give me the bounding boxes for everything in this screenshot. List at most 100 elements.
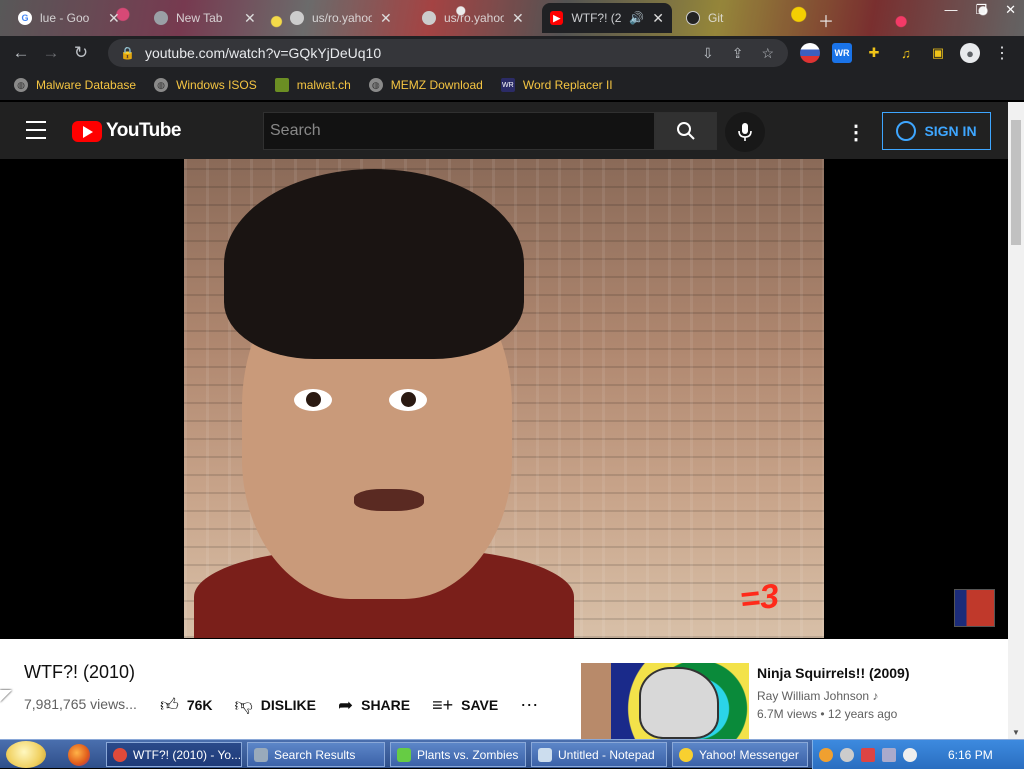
back-arrow-icon[interactable]: ← [6,38,36,68]
close-tab-icon[interactable]: ✕ [108,10,120,27]
tab-title: lue - Goo [40,11,90,25]
more-actions-button[interactable]: ⋯ [520,695,538,716]
taskbar-item-search[interactable]: Search Results [247,742,385,767]
video-actions: 👍︎ 76K 👎︎ DISLIKE ➦ SHARE ≡+ SAVE ⋯ [160,694,538,716]
page-scrollbar[interactable]: ▼ [1008,102,1024,739]
microphone-icon [738,123,752,141]
bookmark-label: MEMZ Download [390,78,483,92]
bookmark-label: Windows ISOS [176,78,257,92]
bookmark-label: Malware Database [36,78,137,92]
close-window-icon[interactable]: ✕ [1005,2,1016,18]
browser-tab-strip: G lue - Goo ✕ New Tab ✕ us/ro.yahoo ✕ us… [0,0,1024,36]
youtube-play-logo-icon [72,120,102,142]
video-player[interactable]: =3 [0,159,1008,639]
network-icon[interactable] [882,747,896,762]
thumbs-down-icon: 👎︎ [234,695,253,715]
extensions-area: WR ✚ ♫ ▣ ● ⋮ [800,36,1012,70]
browser-tab-4[interactable]: us/ro.yahoo ✕ [414,3,544,33]
related-video-channel[interactable]: Ray William Johnson ♪ [757,689,878,703]
like-count: 76K [186,697,213,713]
settings-kebab-icon[interactable]: ⋮ [846,120,866,145]
meta-separator: • [820,707,828,721]
extensions-puzzle-icon[interactable]: ✚ [864,43,884,63]
sign-in-button[interactable]: SIGN IN [882,112,991,150]
firefox-quicklaunch-icon[interactable] [68,744,90,766]
start-button[interactable] [6,741,46,768]
bookmark-malware-database[interactable]: ◍ Malware Database [14,78,136,92]
taskbar-item-notepad[interactable]: Untitled - Notepad [531,742,667,767]
like-button[interactable]: 👍︎ 76K [160,694,213,716]
side-panel-icon[interactable]: ▣ [928,43,948,63]
dislike-button[interactable]: 👎︎ DISLIKE [235,694,317,716]
browser-menu-icon[interactable]: ⋮ [992,43,1012,63]
forward-arrow-icon[interactable]: → [36,38,66,68]
bookmark-label: Word Replacer II [522,78,613,92]
scroll-down-arrow-icon[interactable]: ▼ [1012,728,1020,737]
channel-watermark[interactable] [954,589,995,627]
browser-tab-2[interactable]: New Tab ✕ [146,3,276,33]
security-alert-icon[interactable] [861,747,875,762]
scrollbar-thumb[interactable] [1011,120,1021,245]
globe-icon: ◍ [368,78,383,92]
video-eye-right [389,389,427,411]
search-tray-icon[interactable] [819,747,833,762]
taskbar-item-yahoo-messenger[interactable]: Yahoo! Messenger [672,742,808,767]
bookmark-memz-download[interactable]: ◍ MEMZ Download [368,78,483,92]
clock[interactable]: 6:16 PM [948,748,993,762]
address-bar[interactable]: 🔒 youtube.com/watch?v=GQkYjDeUq10 ⇩ ⇪ ☆ [108,39,788,67]
profile-avatar-icon[interactable]: ● [960,43,980,63]
channel-name: Ray William Johnson [757,689,870,703]
install-app-icon[interactable]: ⇩ [702,45,714,62]
close-tab-icon[interactable]: ✕ [380,10,392,27]
search-button[interactable] [655,112,717,150]
hamburger-menu-icon[interactable] [26,121,46,139]
close-tab-icon[interactable]: ✕ [512,10,524,27]
task-label: WTF?! (2010) - Yo... [133,747,242,762]
minimize-icon[interactable]: — [944,2,957,18]
share-icon[interactable]: ⇪ [732,45,744,62]
lock-icon[interactable]: 🔒 [120,46,135,60]
voice-search-button[interactable] [725,112,765,152]
related-video-thumbnail[interactable] [581,663,749,739]
reload-icon[interactable]: ↻ [66,38,96,68]
browser-tab-6[interactable]: Git [678,3,808,33]
close-tab-icon[interactable]: ✕ [244,10,256,27]
search-input[interactable]: Search [263,112,655,150]
bookmark-star-icon[interactable]: ☆ [761,45,774,62]
video-frame[interactable]: =3 [184,159,824,638]
url-text: youtube.com/watch?v=GQkYjDeUq10 [144,45,382,61]
malwatch-icon [274,78,289,92]
taskbar-item-chrome[interactable]: WTF?! (2010) - Yo... [106,742,242,767]
word-replacer-extension-icon[interactable]: WR [832,43,852,63]
browser-tab-3[interactable]: us/ro.yahoo ✕ [282,3,412,33]
music-note-icon: ♪ [872,689,879,703]
flag-extension-icon[interactable] [800,43,820,63]
browser-tab-active[interactable]: ▶ WTF?! (2 🔊 ✕ [542,3,672,33]
save-button[interactable]: ≡+ SAVE [432,695,498,716]
new-tab-button[interactable]: ＋ [818,8,834,32]
audio-playing-icon[interactable]: 🔊 [629,11,644,25]
related-video-meta: 6.7M views • 12 years ago [757,707,897,721]
bookmark-windows-isos[interactable]: ◍ Windows ISOS [154,78,257,92]
chrome-icon [154,11,168,25]
view-count[interactable]: 7,981,765 views... [24,696,137,712]
bookmark-word-replacer[interactable]: WR Word Replacer II [500,78,613,92]
bookmark-label: malwat.ch [296,78,351,92]
close-tab-icon[interactable]: ✕ [652,10,664,27]
messenger-tray-icon[interactable] [840,747,854,762]
video-overlay-text: =3 [738,577,781,619]
system-tray: 6:16 PM [812,740,1024,769]
tab-title: us/ro.yahoo [444,11,504,25]
share-button[interactable]: ➦ SHARE [338,695,410,716]
restore-icon[interactable]: ❐ [975,2,987,18]
media-control-icon[interactable]: ♫ [896,43,916,63]
related-video-title[interactable]: Ninja Squirrels!! (2009) [757,665,910,681]
taskbar-item-pvz[interactable]: Plants vs. Zombies [390,742,526,767]
volume-icon[interactable] [903,747,917,762]
yahoo-messenger-icon [679,747,693,762]
task-label: Yahoo! Messenger [699,747,799,762]
youtube-logo[interactable]: YouTube [72,120,181,142]
browser-tab-1[interactable]: G lue - Goo ✕ [10,3,140,33]
bookmark-malwatch[interactable]: malwat.ch [274,78,351,92]
page-icon [422,11,436,25]
